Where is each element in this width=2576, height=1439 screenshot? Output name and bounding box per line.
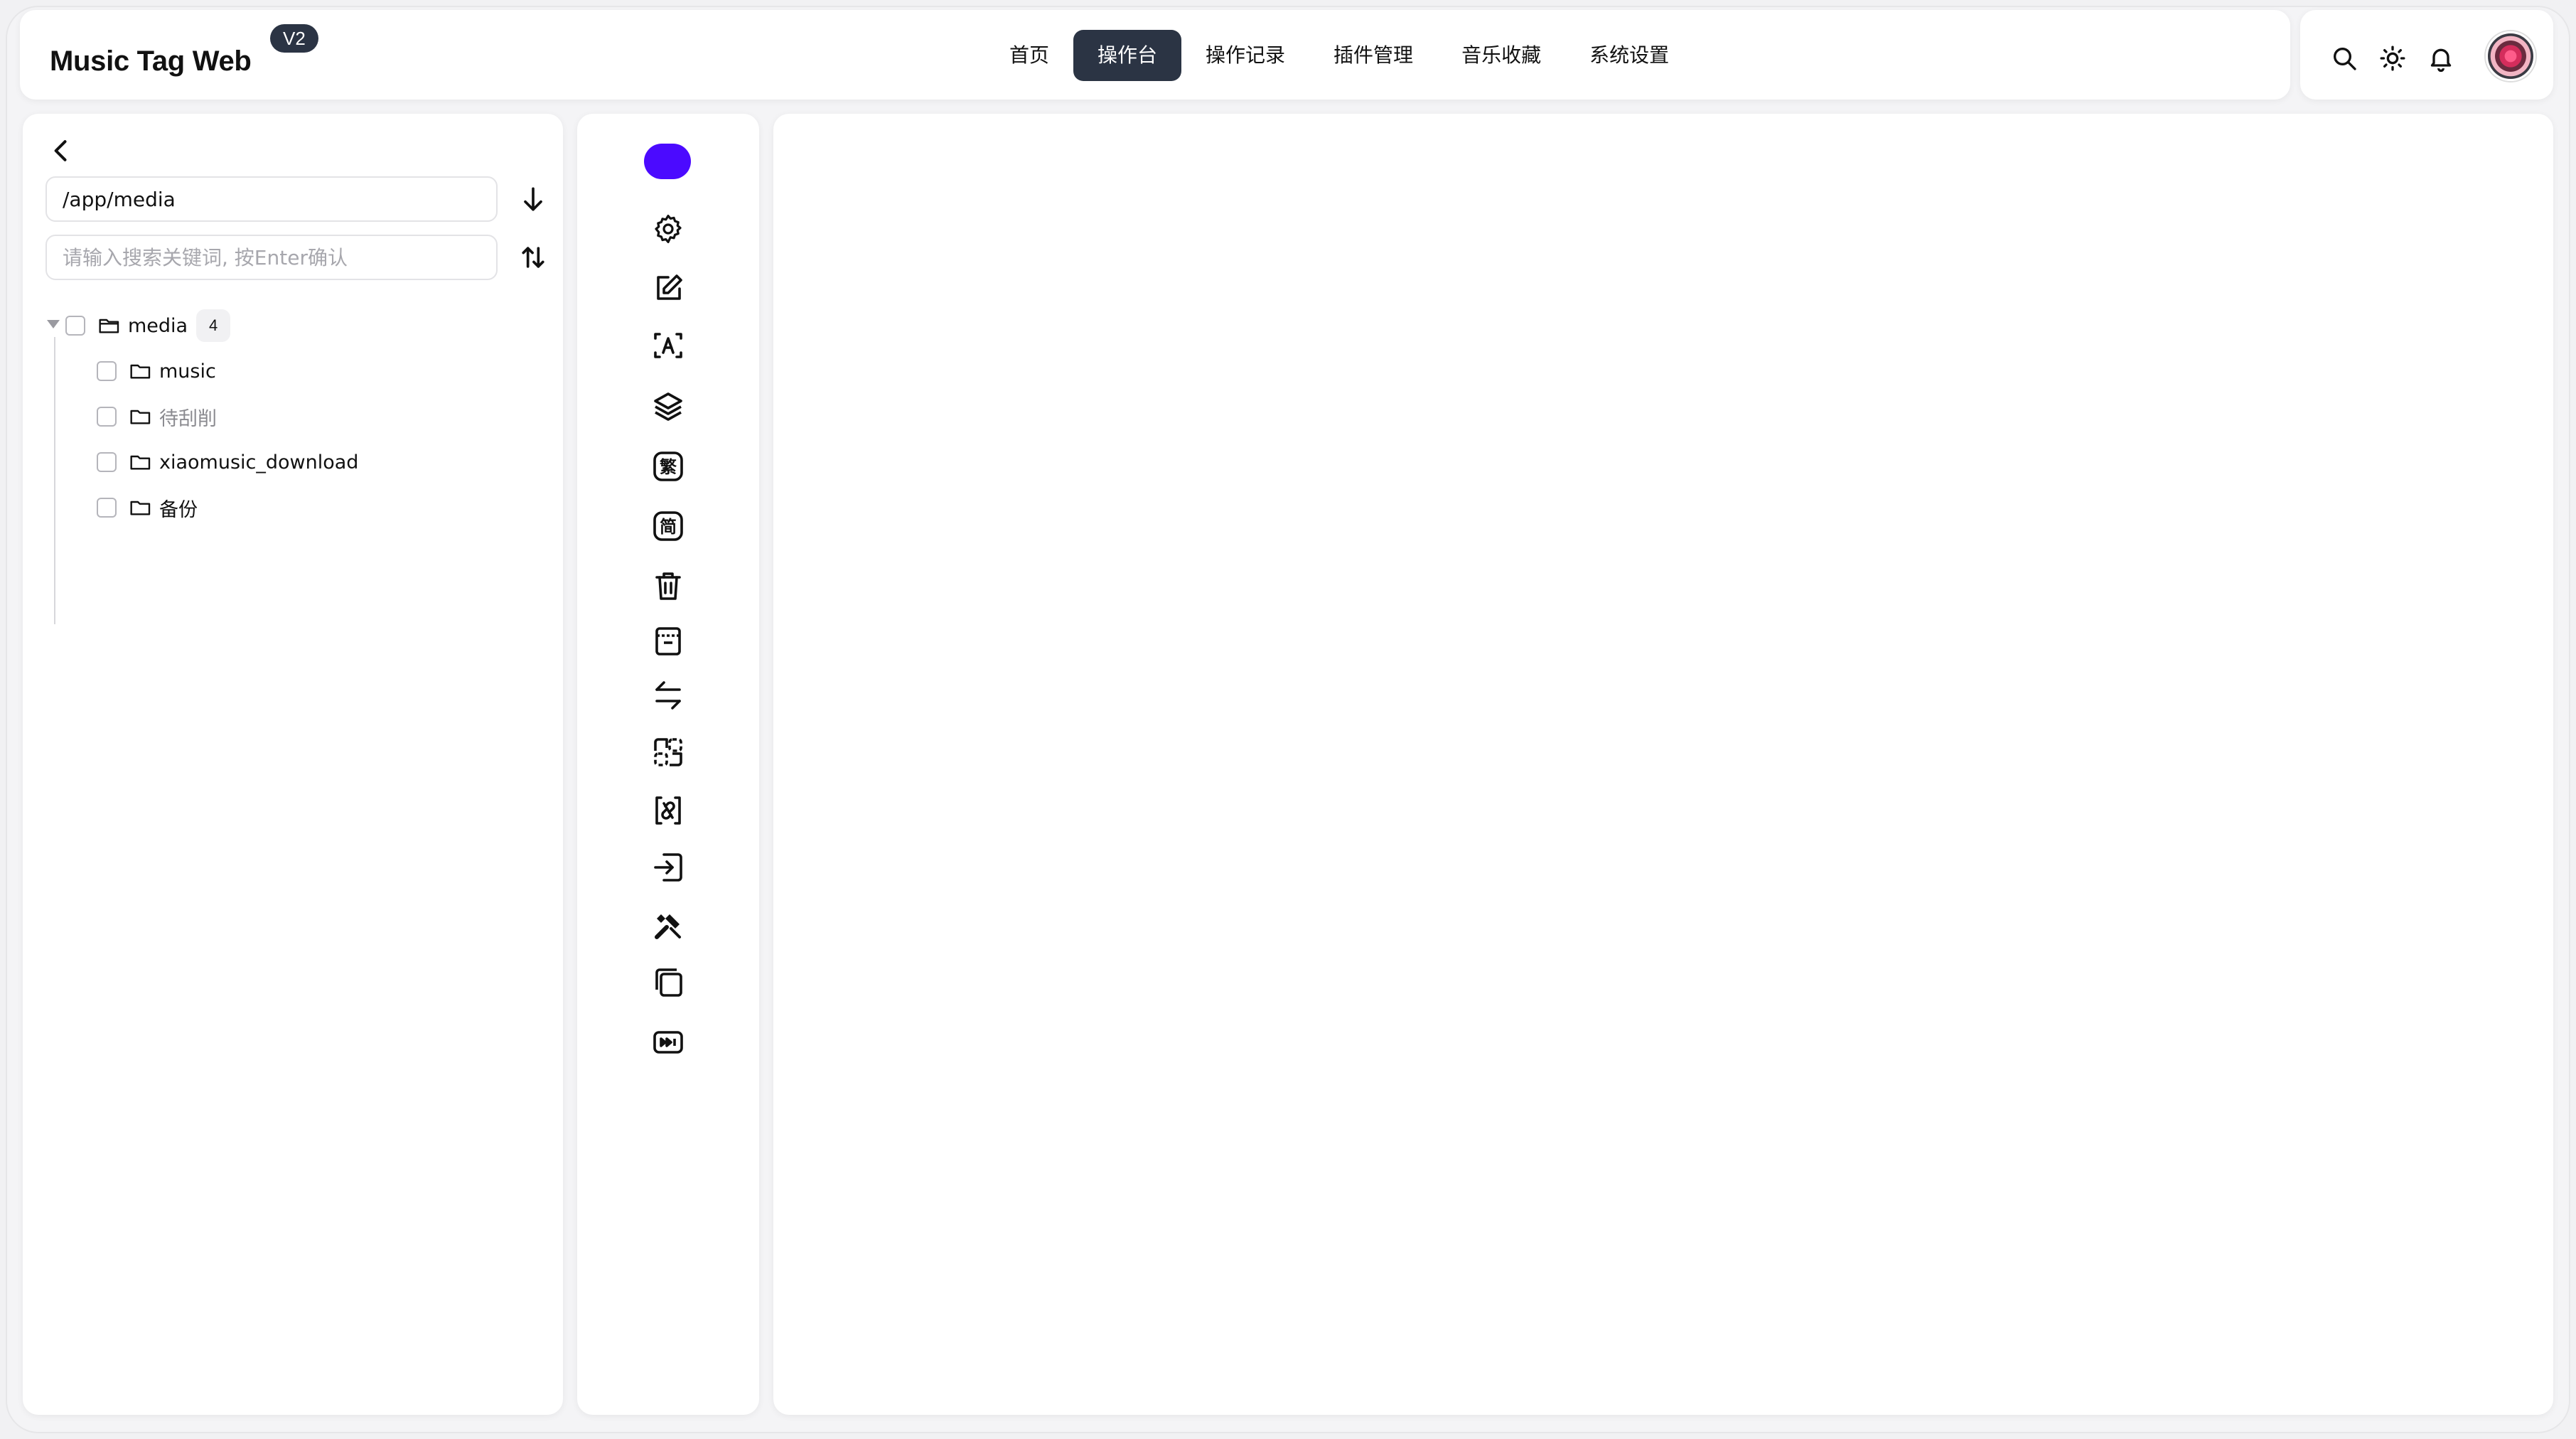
traditional-chinese-icon[interactable]: 繁 bbox=[651, 449, 685, 483]
main-nav: 首页 操作台 操作记录 插件管理 音乐收藏 系统设置 bbox=[985, 30, 1693, 81]
tree-node[interactable]: 待刮削 bbox=[97, 397, 217, 437]
nav-music-favorites[interactable]: 音乐收藏 bbox=[1437, 30, 1565, 81]
layers-icon[interactable] bbox=[651, 390, 685, 424]
checkbox[interactable] bbox=[97, 361, 117, 381]
svg-text:繁: 繁 bbox=[660, 457, 677, 477]
folder-icon bbox=[129, 407, 152, 427]
tree-node-label: music bbox=[159, 360, 216, 383]
folder-icon bbox=[129, 498, 152, 518]
folder-icon bbox=[129, 452, 152, 472]
tree-node-label: xiaomusic_download bbox=[159, 451, 359, 474]
folder-icon bbox=[129, 361, 152, 381]
nav-home[interactable]: 首页 bbox=[985, 30, 1073, 81]
tree-node[interactable]: music bbox=[97, 351, 216, 391]
header-actions bbox=[2300, 10, 2553, 100]
tree-node[interactable]: xiaomusic_download bbox=[97, 442, 358, 482]
group-icon[interactable] bbox=[651, 735, 685, 769]
simplified-chinese-icon[interactable]: 简 bbox=[651, 509, 685, 543]
avatar[interactable] bbox=[2486, 31, 2535, 81]
search-icon[interactable] bbox=[2330, 44, 2358, 73]
search-input[interactable] bbox=[45, 235, 498, 280]
tree-guide-line bbox=[54, 337, 55, 624]
nav-operation-log[interactable]: 操作记录 bbox=[1181, 30, 1309, 81]
tree-node-label: media bbox=[128, 314, 188, 337]
nav-plugins[interactable]: 插件管理 bbox=[1309, 30, 1437, 81]
version-badge: V2 bbox=[270, 24, 318, 53]
expand-caret-icon[interactable] bbox=[47, 320, 60, 328]
active-indicator[interactable] bbox=[644, 144, 691, 179]
swap-icon[interactable] bbox=[651, 678, 685, 712]
sort-icon[interactable] bbox=[517, 242, 549, 273]
folder-open-icon bbox=[98, 316, 121, 336]
tree-node-root[interactable]: media 4 bbox=[65, 306, 231, 346]
count-badge: 4 bbox=[196, 309, 231, 342]
top-bar: Music Tag Web V2 首页 操作台 操作记录 插件管理 音乐收藏 系… bbox=[20, 10, 2290, 100]
svg-text:简: 简 bbox=[660, 517, 677, 537]
archive-icon[interactable] bbox=[651, 624, 685, 658]
tree-node-label: 待刮削 bbox=[159, 407, 217, 430]
main-content-panel bbox=[773, 114, 2553, 1415]
tools-panel: 繁 简 bbox=[577, 114, 759, 1415]
tree-node[interactable]: 备份 bbox=[97, 488, 198, 528]
nav-system-settings[interactable]: 系统设置 bbox=[1565, 30, 1693, 81]
text-recognize-icon[interactable] bbox=[651, 328, 685, 363]
checkbox[interactable] bbox=[97, 452, 117, 472]
nav-workbench[interactable]: 操作台 bbox=[1073, 30, 1182, 81]
path-input[interactable] bbox=[45, 176, 498, 222]
media-skip-icon[interactable] bbox=[651, 1025, 685, 1059]
checkbox[interactable] bbox=[97, 407, 117, 427]
bell-icon[interactable] bbox=[2427, 44, 2455, 73]
checkbox[interactable] bbox=[97, 498, 117, 518]
tree-node-label: 备份 bbox=[159, 498, 198, 521]
back-button[interactable] bbox=[45, 135, 77, 166]
unlink-icon[interactable] bbox=[651, 793, 685, 828]
trash-icon[interactable] bbox=[651, 569, 685, 603]
import-icon[interactable] bbox=[651, 850, 685, 884]
arrow-down-icon[interactable] bbox=[517, 183, 549, 215]
wrench-icon[interactable] bbox=[651, 909, 685, 943]
app-title: Music Tag Web bbox=[50, 46, 252, 77]
settings-icon[interactable] bbox=[651, 212, 685, 246]
sun-icon[interactable] bbox=[2378, 44, 2407, 73]
edit-icon[interactable] bbox=[651, 272, 685, 306]
file-browser-panel: media 4 music 待刮削 xiaomusic_download bbox=[23, 114, 563, 1415]
copy-icon[interactable] bbox=[651, 965, 685, 1000]
checkbox[interactable] bbox=[65, 316, 85, 336]
